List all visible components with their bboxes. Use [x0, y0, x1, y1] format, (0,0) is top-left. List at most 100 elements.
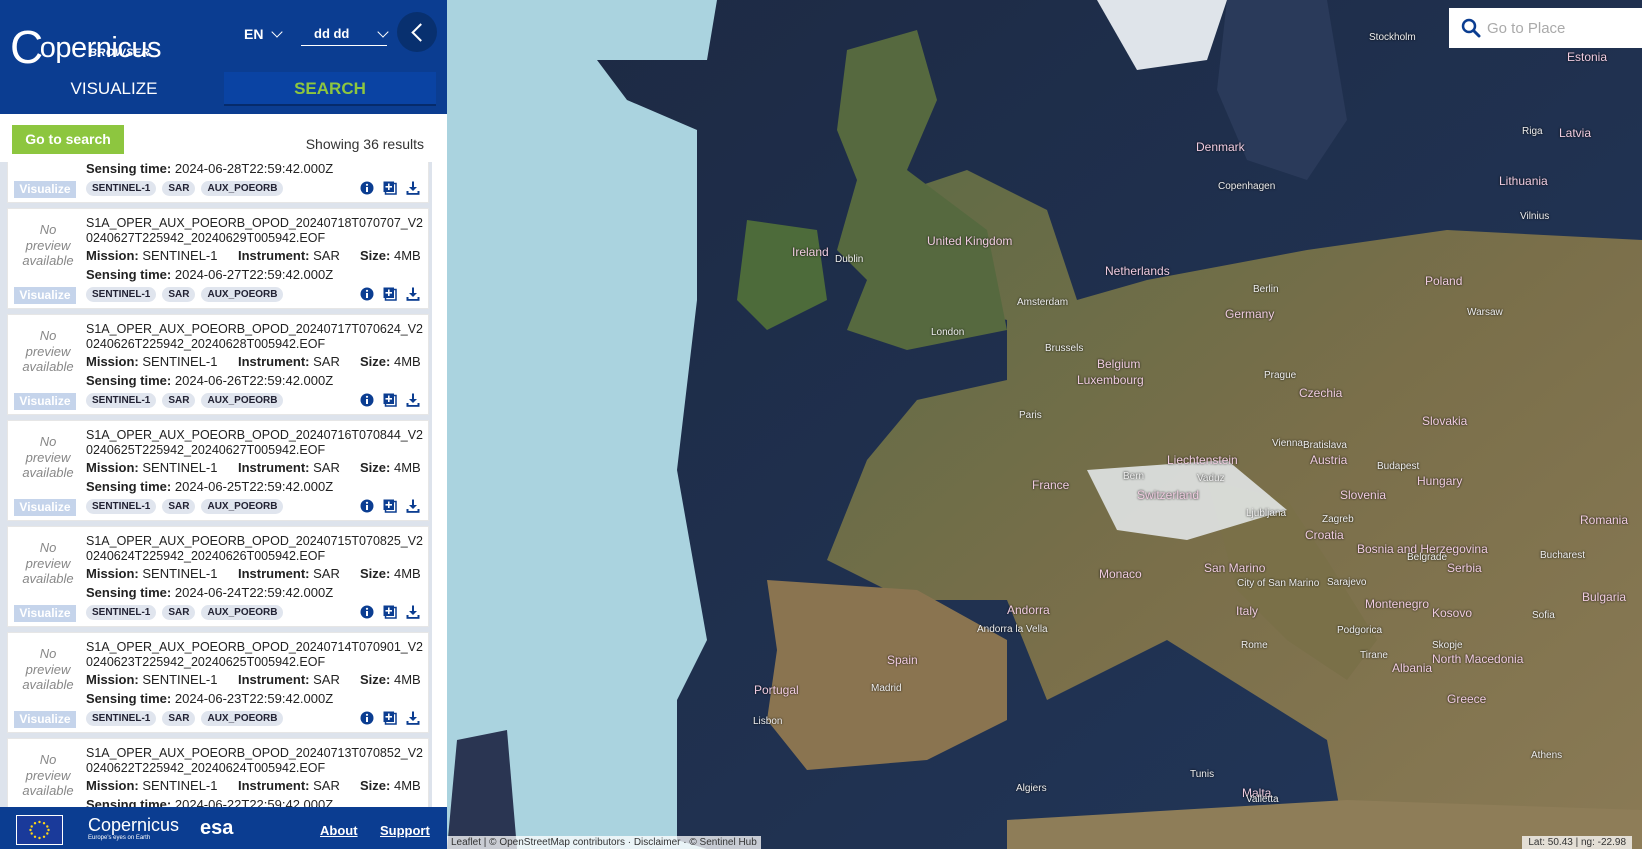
- tag: AUX_POEORB: [201, 605, 284, 620]
- instrument-value: SAR: [313, 566, 340, 581]
- tag: SAR: [162, 181, 196, 196]
- go-to-place-input[interactable]: [1487, 16, 1637, 40]
- info-icon[interactable]: [360, 181, 374, 195]
- tab-search[interactable]: SEARCH: [224, 72, 436, 106]
- visualize-button[interactable]: Visualize: [14, 287, 76, 304]
- about-link[interactable]: About: [320, 823, 358, 838]
- result-card[interactable]: No preview available Visualize S1A_OPER_…: [7, 738, 429, 807]
- mission-label: Mission:: [86, 460, 139, 475]
- result-card[interactable]: No preview available Visualize S1A_OPER_…: [7, 526, 429, 627]
- go-to-search-button[interactable]: Go to search: [12, 125, 124, 154]
- user-menu[interactable]: dd dd: [301, 25, 389, 46]
- no-preview-text: No preview available: [22, 752, 74, 798]
- map-view[interactable]: Denmark Ireland United Kingdom Netherlands G…: [447, 0, 1642, 849]
- map-country-label: Germany: [1225, 307, 1275, 321]
- map-city-label: Amsterdam: [1017, 297, 1069, 308]
- chevron-down-icon: [377, 25, 389, 38]
- download-icon[interactable]: [406, 605, 420, 619]
- info-icon[interactable]: [360, 605, 374, 619]
- map-country-label: Denmark: [1196, 140, 1245, 154]
- visualize-button[interactable]: Visualize: [14, 393, 76, 410]
- visualize-button[interactable]: Visualize: [14, 181, 76, 198]
- map-country-label: Luxembourg: [1077, 373, 1144, 387]
- map-country-label: San Marino: [1204, 561, 1266, 575]
- download-icon[interactable]: [406, 181, 420, 195]
- mission-label: Mission:: [86, 248, 139, 263]
- result-card[interactable]: No preview available Visualize S1A_OPER_…: [7, 208, 429, 309]
- visualize-button[interactable]: Visualize: [14, 711, 76, 728]
- size-value: 4MB: [393, 354, 421, 369]
- no-preview-text: No preview available: [22, 646, 74, 692]
- copernicus-logo[interactable]: Copernicus BROWSER: [10, 8, 161, 73]
- map-country-label: Austria: [1310, 453, 1348, 467]
- instrument-label: Instrument:: [238, 354, 310, 369]
- result-card[interactable]: No preview available Visualize S1A_OPER_…: [7, 632, 429, 733]
- map-city-label: Prague: [1264, 370, 1297, 381]
- download-icon[interactable]: [406, 393, 420, 407]
- add-to-workspace-icon[interactable]: [383, 711, 397, 725]
- map-city-label: Bern: [1123, 471, 1145, 482]
- download-icon[interactable]: [406, 499, 420, 513]
- info-icon[interactable]: [360, 393, 374, 407]
- visualize-button[interactable]: Visualize: [14, 605, 76, 622]
- map-attribution: Leaflet | © OpenStreetMap contributors ·…: [447, 836, 761, 849]
- map-city-label: Budapest: [1377, 461, 1420, 472]
- add-to-workspace-icon[interactable]: [383, 287, 397, 301]
- sensing-time-label: Sensing time:: [86, 479, 172, 494]
- add-to-workspace-icon[interactable]: [383, 393, 397, 407]
- size-value: 4MB: [393, 778, 421, 793]
- tab-visualize[interactable]: VISUALIZE: [8, 72, 220, 106]
- support-link[interactable]: Support: [380, 823, 430, 838]
- size-value: 4MB: [393, 566, 421, 581]
- instrument-value: SAR: [313, 672, 340, 687]
- tag-list: SENTINEL-1 SAR AUX_POEORB: [86, 287, 284, 302]
- info-icon[interactable]: [360, 711, 374, 725]
- tag: SENTINEL-1: [86, 181, 157, 196]
- eu-flag-logo: [16, 815, 63, 845]
- sensing-time-value: 2024-06-22T22:59:42.000Z: [174, 797, 334, 807]
- download-icon[interactable]: [406, 287, 420, 301]
- info-icon[interactable]: [360, 499, 374, 513]
- result-card[interactable]: No preview available Visualize S1A_OPER_…: [7, 314, 429, 415]
- tag: SAR: [162, 499, 196, 514]
- map-city-label: Skopje: [1432, 640, 1463, 651]
- visualize-button[interactable]: Visualize: [14, 499, 76, 516]
- result-card[interactable]: No preview available Visualize S1A_OPER_…: [7, 420, 429, 521]
- map-city-label: Madrid: [871, 683, 902, 694]
- result-title: S1A_OPER_AUX_POEORB_OPOD_20240716T070844…: [86, 428, 424, 457]
- map-country-label: Serbia: [1447, 561, 1482, 575]
- collapse-sidebar-button[interactable]: [397, 12, 437, 52]
- map-country-label: Hungary: [1417, 474, 1463, 488]
- add-to-workspace-icon[interactable]: [383, 605, 397, 619]
- map-city-label: Sofia: [1532, 610, 1555, 621]
- tag: AUX_POEORB: [201, 499, 284, 514]
- result-card[interactable]: No preview available Visualize S1A_OPER_…: [7, 162, 429, 203]
- sensing-time-label: Sensing time:: [86, 162, 172, 176]
- map-country-label: Netherlands: [1105, 264, 1170, 278]
- result-title: S1A_OPER_AUX_POEORB_OPOD_20240714T070901…: [86, 640, 424, 669]
- size-value: 4MB: [393, 248, 421, 263]
- tag: SENTINEL-1: [86, 287, 157, 302]
- mission-label: Mission:: [86, 566, 139, 581]
- sensing-time-value: 2024-06-27T22:59:42.000Z: [174, 267, 334, 282]
- search-icon: [1461, 18, 1481, 38]
- info-icon[interactable]: [360, 287, 374, 301]
- mission-value: SENTINEL-1: [142, 248, 218, 263]
- map-city-label: Vaduz: [1197, 473, 1225, 484]
- results-list[interactable]: No preview available Visualize S1A_OPER_…: [0, 162, 432, 807]
- add-to-workspace-icon[interactable]: [383, 499, 397, 513]
- map-city-label: Vienna: [1272, 438, 1303, 449]
- tag: SENTINEL-1: [86, 605, 157, 620]
- language-selector[interactable]: EN: [244, 26, 284, 42]
- no-preview-text: No preview available: [22, 434, 74, 480]
- mission-value: SENTINEL-1: [142, 566, 218, 581]
- map-country-label: Poland: [1425, 274, 1463, 288]
- user-name: dd dd: [314, 26, 350, 41]
- map-city-label: Stockholm: [1369, 32, 1416, 43]
- map-city-label: Rome: [1241, 640, 1268, 651]
- size-label: Size:: [360, 566, 391, 581]
- download-icon[interactable]: [406, 711, 420, 725]
- map-country-label: Switzerland: [1137, 488, 1200, 502]
- add-to-workspace-icon[interactable]: [383, 181, 397, 195]
- map-city-label: Andorra la Vella: [977, 624, 1048, 635]
